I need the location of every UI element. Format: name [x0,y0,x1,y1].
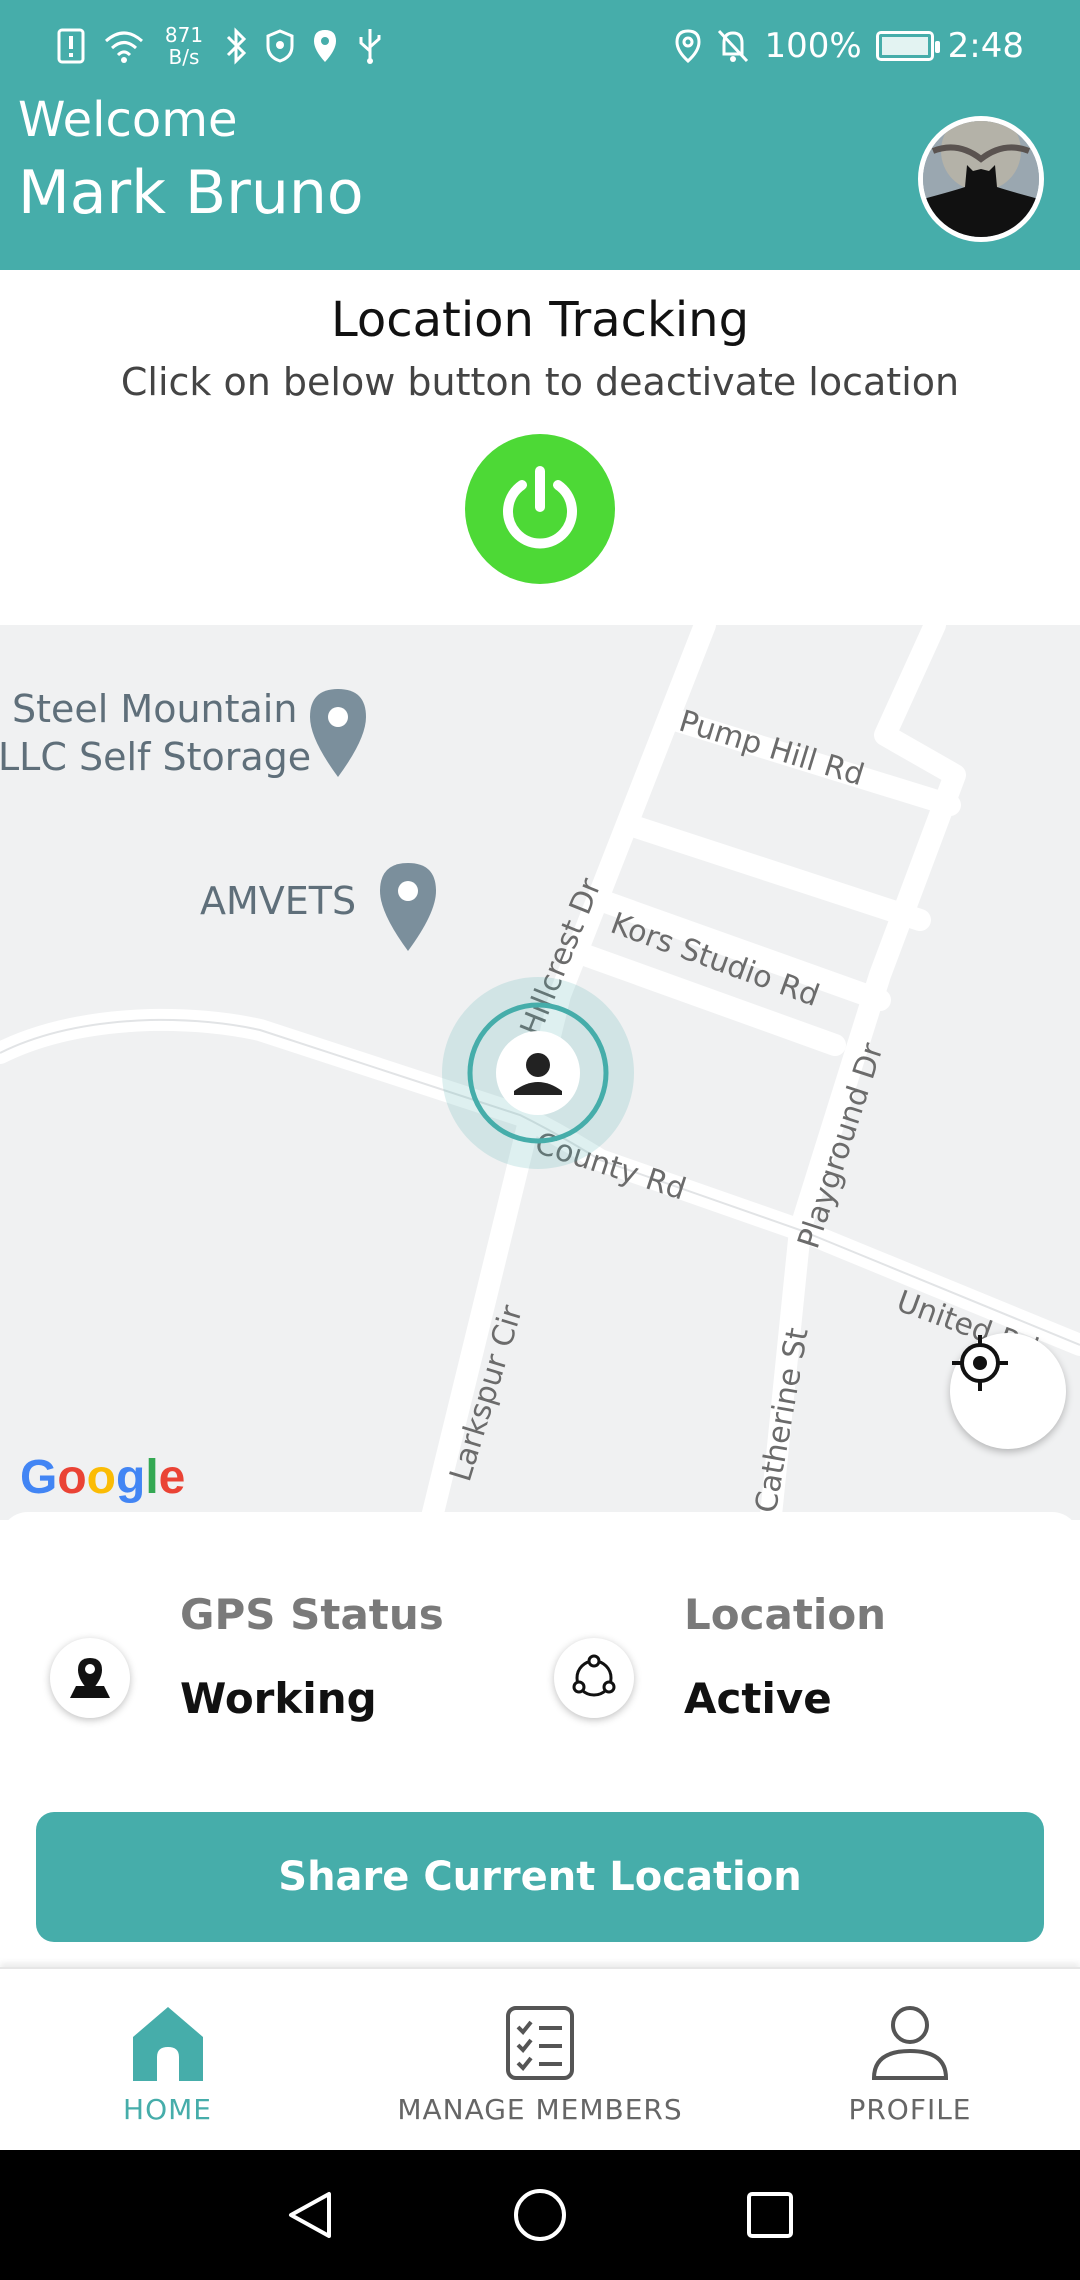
clock: 2:48 [947,26,1024,66]
nav-home[interactable]: HOME [60,1969,275,2152]
crosshair-icon [952,1335,1008,1391]
bottom-navigation: HOME MANAGE MEMBERS PROFILE [0,1967,1080,2150]
sync-circle-icon [554,1638,634,1718]
gps-status-label: GPS Status [180,1590,444,1639]
system-navigation-bar [0,2150,1080,2280]
share-location-button[interactable]: Share Current Location [36,1812,1044,1942]
tracking-subtitle: Click on below button to deactivate loca… [120,360,960,404]
network-speed-value: 871 [164,23,204,47]
mute-bell-icon [716,28,750,64]
location-status-value: Active [684,1674,832,1723]
status-card: GPS Status Working Location Active Share… [0,1512,1080,1967]
poi-amvets[interactable]: AMVETS [200,877,356,925]
checklist-icon [505,2003,575,2083]
home-system-button[interactable] [510,2185,570,2245]
poi-steel-mountain-line1: Steel Mountain [12,687,298,731]
back-triangle-icon [289,2192,331,2238]
user-name: Mark Bruno [18,158,364,228]
home-circle-icon [514,2189,566,2241]
map-pin-person-icon [50,1638,130,1718]
home-icon [131,2003,205,2083]
poi-amvets-label: AMVETS [200,879,357,923]
avatar[interactable] [918,116,1044,242]
poi-steel-mountain-line2: LLC Self Storage [0,735,312,779]
alert-icon [56,27,86,65]
location-pin-icon [312,28,338,64]
recents-button[interactable] [740,2185,800,2245]
person-icon [871,2003,949,2083]
tracking-title: Location Tracking [330,292,750,348]
nav-manage-members-label: MANAGE MEMBERS [397,2093,683,2126]
avatar-image [923,121,1039,237]
location-tracking-section: Location Tracking Click on below button … [0,270,1080,625]
poi-steel-mountain[interactable]: Steel Mountain LLC Self Storage [0,685,311,781]
power-icon [503,466,577,549]
wifi-icon [104,29,144,63]
back-button[interactable] [280,2185,340,2245]
my-location-button[interactable] [950,1333,1066,1449]
vpn-shield-icon [266,29,294,63]
status-bar: 871 B/s 100% 2:48 [0,0,1080,92]
usb-icon [356,27,384,65]
battery-percent: 100% [764,26,862,66]
bluetooth-icon [224,27,248,65]
nav-profile[interactable]: PROFILE [820,1969,1000,2152]
nav-profile-label: PROFILE [848,2093,972,2126]
location-outline-icon [674,28,702,64]
status-bar-right: 100% 2:48 [674,18,1024,74]
location-status-label: Location [684,1590,887,1639]
network-speed: 871 B/s [162,24,206,68]
google-attribution: Google [20,1451,186,1504]
status-bar-left: 871 B/s [56,18,384,74]
nav-manage-members[interactable]: MANAGE MEMBERS [370,1969,710,2152]
recents-square-icon [747,2192,793,2238]
network-speed-unit: B/s [168,45,200,69]
battery-icon [875,31,940,61]
nav-home-label: HOME [123,2093,212,2126]
gps-status-value: Working [180,1674,377,1723]
map-view[interactable]: Steel Mountain LLC Self Storage AMVETS P… [0,625,1080,1520]
app-header: 871 B/s 100% 2:48 Welcome Mark Bruno [0,0,1080,270]
power-toggle-button[interactable] [465,434,615,584]
welcome-label: Welcome [18,92,238,148]
